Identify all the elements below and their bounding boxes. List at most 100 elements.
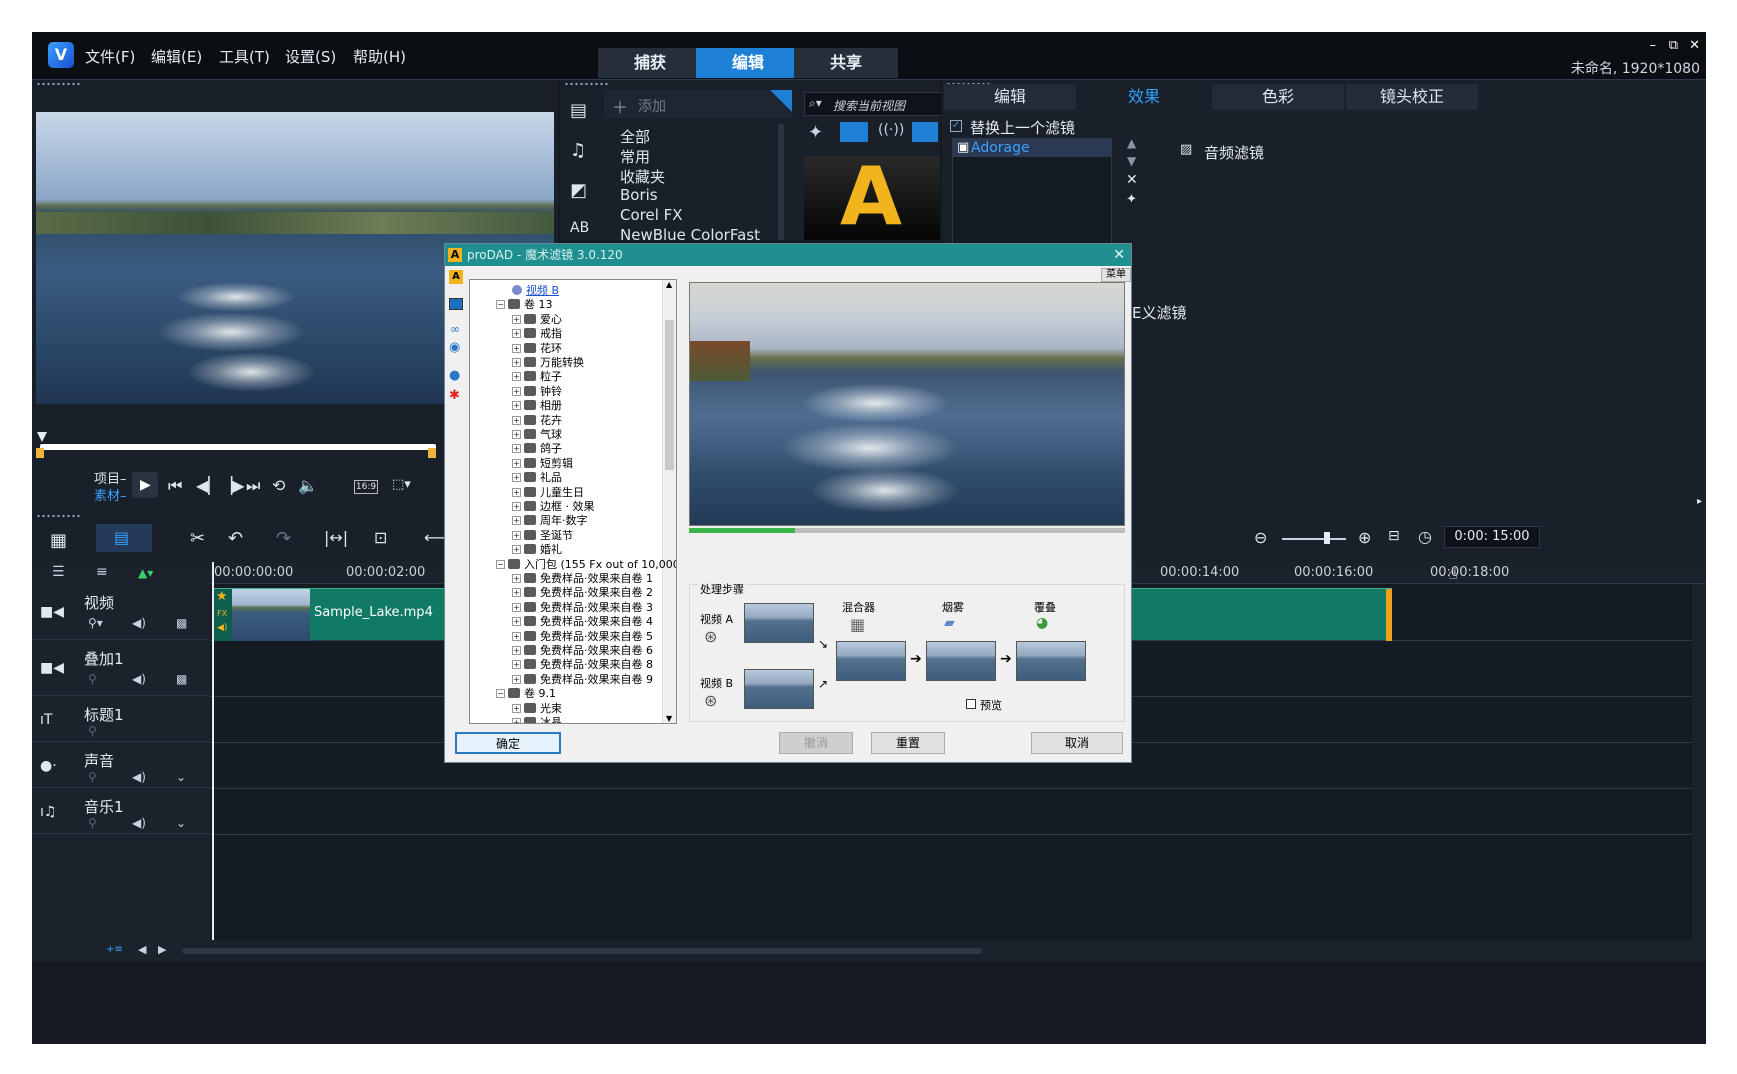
tab-share[interactable]: 共享 [794,48,898,78]
video-a-thumb[interactable] [744,603,814,643]
tree-scrollbar[interactable]: ▲ ▼ [662,280,676,723]
expand-arrow-icon[interactable]: ▸ [1697,496,1702,507]
expand-icon[interactable]: + [512,415,521,425]
film-reel-a-icon[interactable]: ⊛ [704,627,717,646]
redo-icon[interactable]: ↷ [276,528,291,549]
track-volume-icon[interactable]: ◀) [132,672,146,686]
adorage-thumbnail[interactable]: A [804,150,940,243]
timecode-display[interactable]: 0:00: 15:00 [1444,526,1540,548]
repeat-icon[interactable]: ⟲ [272,476,285,495]
menu-settings[interactable]: 设置(S) [285,46,336,67]
go-to-end-icon[interactable]: ⏭ [246,476,260,496]
tree-node[interactable]: + 免费样品·效果来自卷 1 [512,570,653,585]
link-icon[interactable]: ⚲ [88,672,97,686]
ok-button[interactable]: 确定 [455,732,561,754]
track-expand-icon[interactable]: ⌄ [176,816,186,830]
tree-scroll-thumb[interactable] [665,320,674,470]
category-favorites[interactable]: 收藏夹 [620,166,665,187]
expand-icon[interactable]: + [512,674,521,684]
scroll-left-icon[interactable]: ◀ [138,943,146,956]
category-corel-fx[interactable]: Corel FX [620,206,683,224]
audio-filter-icon[interactable]: ▨ [1180,142,1192,157]
zoom-out-icon[interactable]: ⊖ [1254,528,1267,547]
expand-icon[interactable]: + [512,574,521,583]
trim-out-marker[interactable] [428,448,436,458]
add-icon[interactable]: ＋ [612,94,628,118]
category-all[interactable]: 全部 [620,126,650,147]
expand-icon[interactable]: + [512,646,521,655]
tree-node[interactable]: + 周年·数字 [512,512,588,527]
expand-icon[interactable]: + [512,703,521,713]
tree-node[interactable]: + 免费样品·效果来自卷 8 [512,656,653,671]
video-filter-toggle[interactable] [840,122,868,142]
tree-node[interactable]: + 免费样品·效果来自卷 2 [512,584,653,599]
audio-filter-label[interactable]: 音频滤镜 [1204,142,1264,163]
expand-icon[interactable]: + [512,343,521,353]
add-track-icon[interactable]: ≡ [96,564,108,580]
zoom-slider-thumb[interactable] [1324,532,1330,544]
track-header-title[interactable]: ıT 标题1 ⚲ [32,696,210,742]
track-header-voice[interactable]: ●· 声音 ⚲ ◀) ⌄ [32,742,210,788]
tree-node[interactable]: + 气球 [512,426,562,441]
undo-icon[interactable]: ↶ [228,528,243,549]
filter-name[interactable]: Adorage [971,140,1030,156]
tab-options-lens[interactable]: 镜头校正 [1346,84,1478,110]
dialog-close-icon[interactable]: ✕ [1113,244,1125,266]
replace-filter-checkbox[interactable]: ✓ [950,120,962,132]
pin-icon[interactable] [770,90,792,112]
move-down-icon[interactable]: ▼ [1127,154,1136,168]
move-up-icon[interactable]: ▲ [1127,136,1136,150]
track-volume-icon[interactable]: ◀) [132,816,146,830]
preview-checkbox[interactable] [966,699,976,709]
collapse-icon[interactable]: − [496,689,505,699]
zoom-in-icon[interactable]: ⊕ [1358,528,1371,547]
crop-icon[interactable]: ⬚▾ [392,477,411,492]
video-b-thumb[interactable] [744,669,814,709]
smoke-thumb[interactable] [926,641,996,681]
expand-icon[interactable]: + [512,430,521,439]
menu-file[interactable]: 文件(F) [85,46,135,67]
filter-item[interactable]: ▣ Adorage [953,139,1111,157]
tree-node[interactable]: − 入门包 (155 Fx out of 10,000) [496,556,676,571]
scroll-up-icon[interactable]: ▲ [666,280,672,289]
track-expand-icon[interactable]: ⌄ [176,770,186,784]
expand-icon[interactable]: + [512,502,521,511]
tab-capture[interactable]: 捕获 [598,48,702,78]
expand-icon[interactable]: + [512,458,521,468]
expand-icon[interactable]: + [512,545,521,555]
expand-icon[interactable]: + [512,631,521,641]
link-icon[interactable]: ⚲▾ [88,616,103,630]
audio-library-icon[interactable]: ♫ [570,140,586,161]
tree-node[interactable]: + 免费样品·效果来自卷 9 [512,671,653,686]
tree-node[interactable]: + 相册 [512,397,562,412]
expand-icon[interactable]: + [512,516,521,526]
link-icon[interactable]: ⚲ [88,816,97,830]
overlay-icon[interactable]: ◕ [1036,615,1048,631]
track-header-music[interactable]: ı♫ 音乐1 ⚲ ◀) ⌄ [32,788,210,834]
expand-icon[interactable]: + [512,358,521,367]
custom-filter-label[interactable]: E义滤镜 [1132,302,1186,323]
tree-node[interactable]: + 万能转换 [512,354,584,369]
menu-edit[interactable]: 编辑(E) [151,46,202,67]
stop-tool-icon[interactable]: ✱ [449,388,460,403]
track-grid-icon[interactable]: ▩ [176,672,187,686]
tree-node[interactable]: + 戒指 [512,325,562,340]
tree-node[interactable]: + 花环 [512,340,562,355]
panel-grip[interactable] [36,82,82,86]
panel-grip[interactable] [36,514,82,518]
restore-button[interactable]: ⧉ [1669,38,1678,53]
film-reel-b-icon[interactable]: ⊛ [704,691,717,710]
go-to-start-icon[interactable]: ⏮ [168,476,182,496]
play-button[interactable]: ▶ [132,472,158,498]
track-height-icon[interactable]: +≡ [106,944,123,955]
tools-icon[interactable]: ✂ [190,528,205,549]
cancel-button[interactable]: 取消 [1031,732,1123,754]
link-tool-icon[interactable]: ∞ [450,322,460,336]
timeline-vertical-scrollbar[interactable] [1692,584,1706,940]
category-newblue[interactable]: NewBlue ColorFast [620,226,760,244]
scroll-down-icon[interactable]: ▼ [666,714,672,723]
previous-frame-icon[interactable]: ◀▏ [196,476,221,495]
timeline-horizontal-scrollbar[interactable] [182,948,982,954]
scrub-bar[interactable] [40,444,436,450]
timeline-view-button[interactable]: ▤ [96,524,152,552]
